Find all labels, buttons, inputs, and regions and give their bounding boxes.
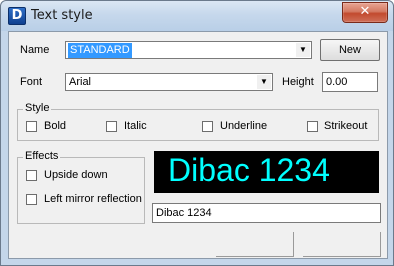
ok-button[interactable] — [216, 232, 294, 257]
left-mirror-checkbox[interactable] — [26, 194, 37, 205]
bold-checkbox[interactable] — [26, 121, 37, 132]
style-legend: Style — [23, 102, 52, 114]
style-groupbox: Style Bold Italic Underline Strikeout — [17, 102, 379, 141]
strikeout-checkbox[interactable] — [307, 121, 318, 132]
underline-checkbox[interactable] — [202, 121, 213, 132]
underline-label: Underline — [220, 120, 268, 132]
new-button[interactable]: New — [320, 39, 380, 61]
font-preview-panel: Dibac 1234 — [154, 151, 379, 193]
italic-label: Italic — [124, 120, 147, 132]
preview-input-value: Dibac 1234 — [156, 207, 212, 219]
left-mirror-label: Left mirror reflection — [44, 193, 142, 205]
height-value: 0.00 — [326, 76, 348, 88]
height-label: Height — [282, 76, 314, 88]
dialog-body: Name STANDARD ▼ New Font Arial ▼ Height … — [8, 31, 388, 259]
dialog-window: D Text style ✕ Name STANDARD ▼ New Font … — [0, 0, 394, 266]
strikeout-label: Strikeout — [324, 120, 368, 132]
chevron-down-icon[interactable]: ▼ — [257, 75, 271, 89]
close-button[interactable]: ✕ — [342, 2, 388, 23]
upside-down-label: Upside down — [44, 169, 108, 181]
name-combobox[interactable]: STANDARD ▼ — [65, 41, 312, 59]
font-label: Font — [20, 76, 43, 88]
title-bar[interactable]: D Text style ✕ — [1, 1, 393, 31]
italic-checkbox[interactable] — [106, 121, 117, 132]
preview-sample-text: Dibac 1234 — [168, 152, 330, 188]
upside-down-checkbox[interactable] — [26, 170, 37, 181]
bold-label: Bold — [44, 120, 67, 132]
app-icon: D — [8, 7, 26, 25]
name-label: Name — [20, 44, 50, 56]
name-selected-value: STANDARD — [68, 43, 132, 58]
cancel-button[interactable] — [303, 232, 381, 257]
effects-legend: Effects — [23, 150, 61, 162]
effects-groupbox: Effects Upside down Left mirror reflecti… — [17, 150, 145, 224]
window-title: Text style — [31, 8, 93, 23]
font-combobox[interactable]: Arial ▼ — [65, 73, 273, 91]
font-selected-value: Arial — [69, 76, 92, 88]
preview-text-input[interactable]: Dibac 1234 — [152, 203, 381, 223]
chevron-down-icon[interactable]: ▼ — [296, 43, 310, 57]
height-input[interactable]: 0.00 — [322, 72, 378, 92]
